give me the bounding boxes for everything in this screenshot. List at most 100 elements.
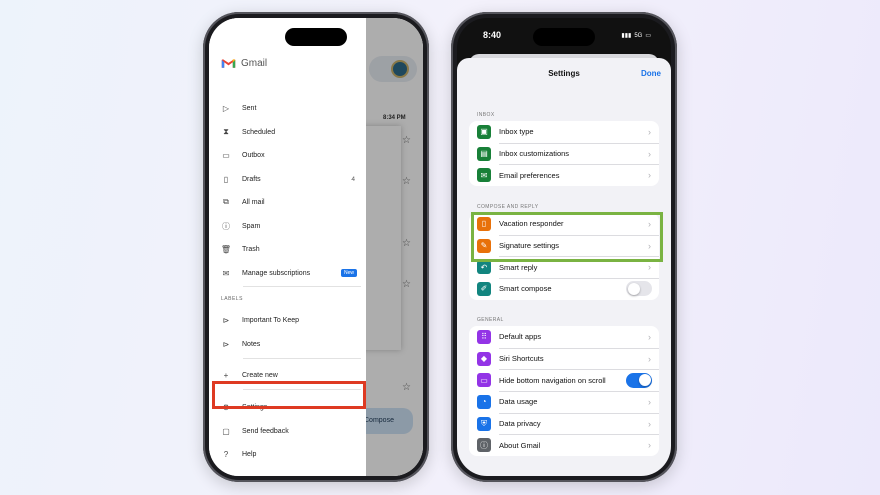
smart-compose-icon: ✐ (477, 281, 491, 296)
menu-item-manage-subscriptions[interactable]: ✉ Manage subscriptions New (219, 264, 359, 282)
row-inbox-customizations[interactable]: ▤ Inbox customizations › (469, 142, 659, 165)
subscriptions-icon: ✉ (222, 268, 230, 278)
gmail-screen: 8:34 PM ☆ ☆ ☆ ☆ ☆ Compose Gmail ▷ Sent ⧗… (209, 18, 423, 476)
outbox-icon: ▭ (222, 150, 230, 160)
row-data-privacy[interactable]: ⛨ Data privacy › (469, 412, 659, 435)
plus-icon: + (223, 370, 229, 380)
group-heading-inbox: INBOX (477, 112, 495, 118)
divider (243, 358, 361, 359)
feedback-icon: ▢ (222, 426, 230, 436)
privacy-icon: ⛨ (477, 416, 491, 431)
inbox-type-icon: ▣ (477, 124, 491, 139)
gmail-logo: Gmail (221, 58, 267, 69)
chevron-right-icon: › (648, 262, 651, 273)
label-important-to-keep[interactable]: ⊳ Important To Keep (219, 311, 359, 329)
chevron-right-icon: › (648, 440, 651, 451)
row-hide-bottom-navigation: ▭ Hide bottom navigation on scroll (469, 369, 659, 391)
row-label: Email preferences (499, 170, 560, 180)
row-label: Hide bottom navigation on scroll (499, 375, 606, 385)
row-siri-shortcuts[interactable]: ◆ Siri Shortcuts › (469, 347, 659, 370)
menu-item-label: Important To Keep (242, 316, 300, 324)
menu-item-label: Trash (242, 245, 260, 253)
settings-screen: 8:40 ▮▮▮ 5G ▭ Settings Done INBOX ▣ Inbo… (457, 18, 671, 476)
scheduled-icon: ⧗ (223, 127, 229, 136)
menu-item-send-feedback[interactable]: ▢ Send feedback (219, 422, 359, 440)
data-usage-icon: ◔ (477, 394, 491, 409)
menu-item-help[interactable]: ? Help (219, 445, 359, 463)
chevron-right-icon: › (648, 396, 651, 407)
drafts-count: 4 (351, 175, 355, 183)
menu-item-sent[interactable]: ▷ Sent (219, 99, 359, 117)
row-label: Inbox type (499, 127, 534, 137)
smart-compose-toggle[interactable] (626, 281, 652, 297)
labels-heading: LABELS (221, 296, 243, 302)
menu-item-label: Sent (242, 104, 257, 112)
row-about-gmail[interactable]: ⓘ About Gmail › (469, 434, 659, 456)
menu-item-trash[interactable]: 🗑︎ Trash (219, 240, 359, 258)
smart-reply-icon: ↶ (477, 260, 491, 275)
menu-item-label: Drafts (242, 175, 261, 183)
label-notes[interactable]: ⊳ Notes (219, 335, 359, 353)
email-pref-icon: ✉ (477, 168, 491, 183)
row-label: Siri Shortcuts (499, 354, 544, 364)
chevron-right-icon: › (648, 331, 651, 342)
chevron-right-icon: › (648, 148, 651, 159)
chevron-right-icon: › (648, 170, 651, 181)
label-icon: ⊳ (222, 315, 230, 325)
send-icon: ▷ (222, 103, 230, 113)
menu-item-label: Scheduled (242, 128, 276, 136)
settings-sheet: Settings Done INBOX ▣ Inbox type › ▤ Inb… (457, 58, 671, 476)
menu-item-label: Send feedback (242, 427, 289, 435)
row-email-preferences[interactable]: ✉ Email preferences › (469, 164, 659, 186)
divider (243, 286, 361, 287)
phone-gmail-drawer: 8:34 PM ☆ ☆ ☆ ☆ ☆ Compose Gmail ▷ Sent ⧗… (203, 12, 429, 482)
menu-item-drafts[interactable]: ▯ Drafts 4 (219, 170, 359, 188)
row-label: Smart reply (499, 262, 538, 272)
help-icon: ? (223, 449, 229, 459)
menu-item-scheduled[interactable]: ⧗ Scheduled (219, 123, 359, 141)
label-icon: ⊳ (222, 339, 230, 349)
info-icon: ⓘ (477, 438, 491, 453)
group-general: ⠿ Default apps › ◆ Siri Shortcuts › ▭ Hi… (469, 326, 659, 457)
menu-item-label: Spam (242, 222, 261, 230)
row-label: Data usage (499, 397, 538, 407)
network-type: 5G (634, 32, 643, 39)
menu-item-label: Outbox (242, 151, 265, 159)
menu-item-label: Create new (242, 371, 278, 379)
group-heading-general: GENERAL (477, 317, 504, 323)
row-smart-compose: ✐ Smart compose (469, 278, 659, 300)
inbox-custom-icon: ▤ (477, 146, 491, 161)
page-title: Settings (548, 69, 580, 78)
menu-item-label: All mail (242, 198, 265, 206)
menu-item-label: Help (242, 450, 257, 458)
phone-gmail-settings: 8:40 ▮▮▮ 5G ▭ Settings Done INBOX ▣ Inbo… (451, 12, 677, 482)
menu-item-spam[interactable]: ⓘ Spam (219, 217, 359, 235)
row-data-usage[interactable]: ◔ Data usage › (469, 391, 659, 413)
done-button[interactable]: Done (641, 69, 661, 78)
hide-navigation-toggle[interactable] (626, 372, 652, 388)
hide-nav-icon: ▭ (477, 373, 491, 388)
row-label: Smart compose (499, 284, 552, 294)
row-label: Inbox customizations (499, 149, 570, 159)
app-name: Gmail (241, 58, 268, 69)
menu-item-outbox[interactable]: ▭ Outbox (219, 146, 359, 164)
menu-item-label: Notes (242, 340, 261, 348)
gmail-m-icon (221, 59, 236, 68)
row-default-apps[interactable]: ⠿ Default apps › (469, 326, 659, 348)
new-badge: New (340, 269, 357, 277)
status-time: 8:40 (483, 30, 502, 40)
group-heading-compose: COMPOSE AND REPLY (477, 204, 539, 210)
chevron-right-icon: › (648, 418, 651, 429)
trash-icon: 🗑︎ (220, 244, 232, 254)
menu-item-all-mail[interactable]: ⧉ All mail (219, 193, 359, 211)
draft-icon: ▯ (223, 174, 229, 184)
row-label: Default apps (499, 332, 542, 342)
dynamic-island (285, 28, 347, 46)
status-icons: ▮▮▮ 5G ▭ (621, 32, 651, 40)
row-inbox-type[interactable]: ▣ Inbox type › (469, 121, 659, 143)
settings-highlight-box (212, 381, 366, 409)
row-label: About Gmail (499, 440, 541, 450)
default-apps-icon: ⠿ (477, 329, 491, 344)
chevron-right-icon: › (648, 126, 651, 137)
siri-icon: ◆ (477, 351, 491, 366)
